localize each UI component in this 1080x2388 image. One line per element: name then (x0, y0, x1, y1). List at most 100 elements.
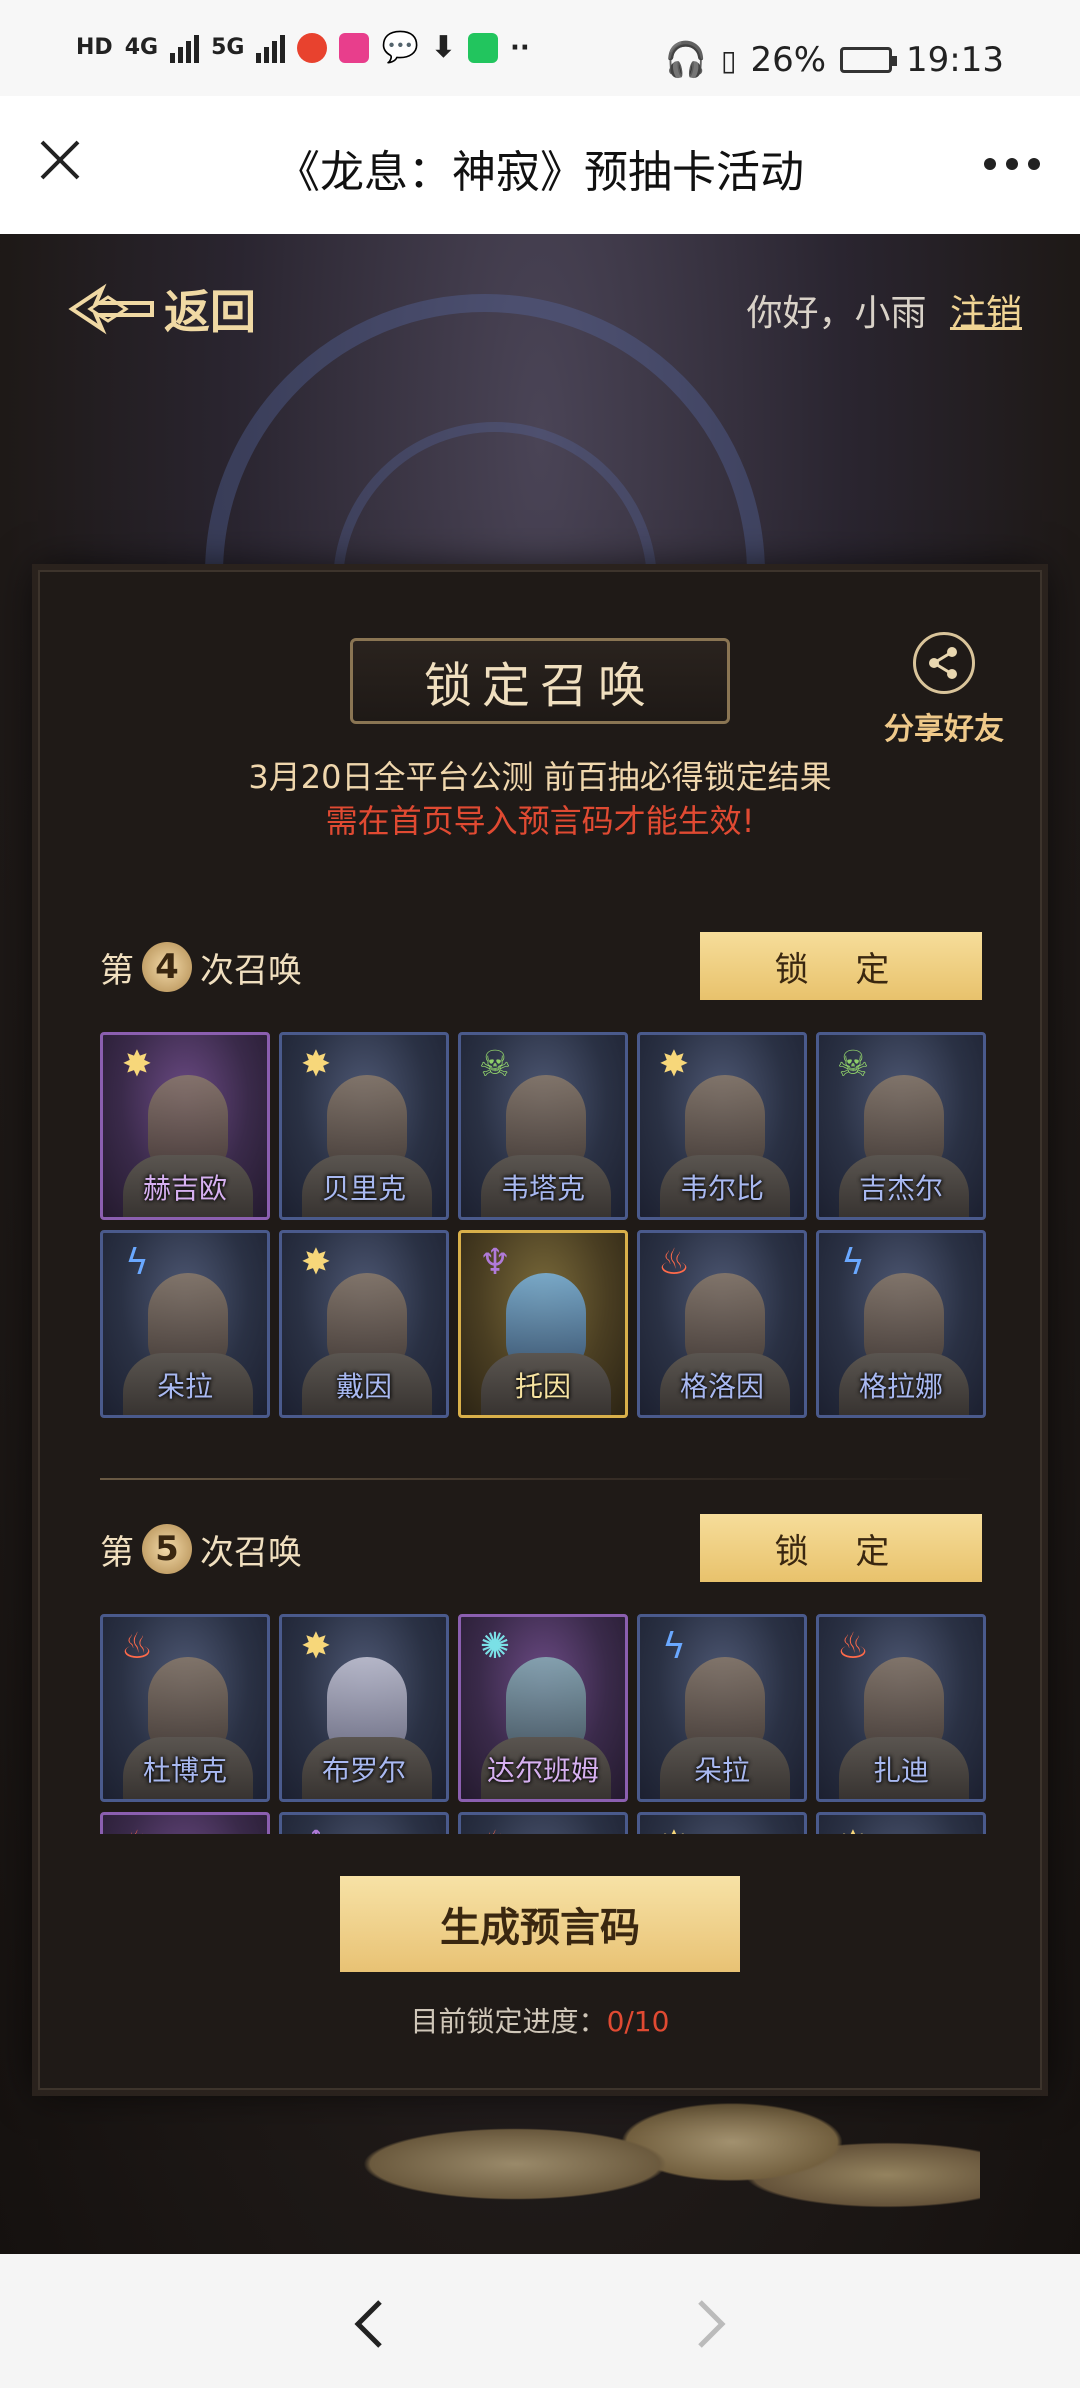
signal-icon-2 (256, 33, 286, 63)
hero-card[interactable]: ♨ 扎迪 (816, 1614, 986, 1802)
generate-code-button[interactable]: 生成预言码 (340, 1876, 740, 1972)
hero-name: 布罗尔 (321, 1754, 406, 1787)
status-bar: HD 4G 5G 💬 ⬇ ·· 🎧 ▯ 26% 19:13 (0, 0, 1080, 96)
hero-card[interactable]: ✸ 贝里克 (279, 1032, 449, 1220)
fire-icon: ♨ (836, 1626, 870, 1667)
back-label: 返回 (164, 285, 256, 339)
battery-percent: 26% (750, 40, 827, 80)
hero-card[interactable]: ϟ 格拉娜 (816, 1230, 986, 1418)
hero-card[interactable]: ✺ 达尔班姆 (458, 1614, 628, 1802)
greeting-text: 你好，小雨 (746, 293, 927, 334)
round-4-label: 第 4 次召唤 (100, 942, 302, 992)
hero-card[interactable]: ϟ 朵拉 (637, 1614, 807, 1802)
fire-icon: ♨ (117, 1825, 157, 1835)
demon-icon: ♆ (296, 1825, 336, 1835)
hero-card-partial[interactable]: ✸ (637, 1812, 807, 1834)
share-friends-button[interactable]: 分享好友 (884, 632, 1004, 748)
status-left: HD 4G 5G 💬 ⬇ ·· (76, 30, 530, 65)
download-icon: ⬇ (430, 30, 456, 65)
hero-card-partial[interactable]: ♆ (279, 1812, 449, 1834)
hero-name: 格拉娜 (858, 1370, 943, 1403)
headphone-icon: 🎧 (664, 40, 708, 80)
hero-card[interactable]: ϟ 朵拉 (100, 1230, 270, 1418)
hero-card[interactable]: ✸ 赫吉欧 (100, 1032, 270, 1220)
sun-icon: ✸ (833, 1825, 873, 1835)
round-4-lock-button[interactable]: 锁 定 (700, 932, 982, 1000)
hero-name: 赫吉欧 (142, 1172, 227, 1205)
launch-notice: 3月20日全平台公测 前百抽必得锁定结果 (248, 758, 832, 796)
progress-value: 0/10 (606, 2005, 670, 2038)
vibrate-icon: ▯ (721, 43, 737, 77)
clock: 19:13 (906, 40, 1004, 80)
hero-card[interactable]: ♨ 格洛因 (637, 1230, 807, 1418)
sun-icon: ✸ (654, 1825, 694, 1835)
sun-icon: ✸ (121, 1044, 153, 1085)
hero-name: 扎迪 (872, 1754, 929, 1787)
page-title: 《龙息：神寂》预抽卡活动 (276, 147, 804, 198)
browser-forward-icon[interactable] (690, 2296, 730, 2352)
network-4g-tag: 4G (124, 35, 159, 60)
hero-name: 吉杰尔 (858, 1172, 943, 1205)
lightning-icon: ϟ (125, 1242, 149, 1283)
share-label: 分享好友 (884, 712, 1004, 747)
browser-bottom-bar (0, 2254, 1080, 2388)
round-suffix: 次召唤 (200, 950, 302, 991)
round-suffix: 次召唤 (200, 1532, 302, 1573)
round-number-badge: 5 (142, 1524, 192, 1574)
round-prefix: 第 (100, 950, 134, 991)
fire-icon: ♨ (475, 1825, 515, 1835)
hero-name: 戴因 (335, 1370, 392, 1403)
hero-name: 贝里克 (321, 1172, 406, 1205)
sun-icon: ✸ (300, 1242, 332, 1283)
hero-name: 朵拉 (156, 1370, 213, 1403)
webview-nav-bar: 《龙息：神寂》预抽卡活动 (0, 96, 1080, 234)
status-right: 🎧 ▯ 26% 19:13 (665, 40, 1004, 80)
section-divider (100, 1478, 980, 1480)
iqiyi-icon (467, 32, 498, 63)
weibo-icon (297, 32, 328, 63)
hero-card[interactable]: ✸ 韦尔比 (637, 1032, 807, 1220)
import-warning: 需在首页导入预言码才能生效! (325, 802, 755, 840)
browser-back-icon[interactable] (350, 2296, 390, 2352)
logout-link[interactable]: 注销 (950, 293, 1022, 334)
panel-title: 锁定召唤 (350, 638, 730, 724)
lock-progress: 目前锁定进度：0/10 (40, 2000, 1040, 2040)
round-5-label: 第 5 次召唤 (100, 1524, 302, 1574)
hero-card-partial[interactable]: ♨ (458, 1812, 628, 1834)
skull-icon: ☠ (836, 1044, 870, 1085)
round-5-card-grid[interactable]: ♨ 杜博克 ✸ 布罗尔 ✺ 达尔班姆 ϟ 朵拉 ♨ 扎迪 ♨ ♆ ♨ ✸ ✸ (100, 1614, 986, 1834)
more-notifications-icon: ·· (509, 32, 530, 63)
hero-name: 达尔班姆 (486, 1754, 599, 1787)
network-5g-tag: 5G (211, 35, 245, 60)
round-5-lock-button[interactable]: 锁 定 (700, 1514, 982, 1582)
hero-card-partial[interactable]: ✸ (816, 1812, 986, 1834)
back-button[interactable]: 返回 (68, 276, 256, 342)
sun-icon: ✸ (300, 1626, 332, 1667)
hd-tag: HD (76, 35, 113, 60)
gear-icon: ✺ (479, 1626, 511, 1667)
round-number-badge: 4 (142, 942, 192, 992)
battery-icon (840, 47, 898, 73)
hero-name: 格洛因 (679, 1370, 764, 1403)
video-app-icon (339, 32, 370, 63)
hero-card[interactable]: ☠ 吉杰尔 (816, 1032, 986, 1220)
demon-icon: ♆ (478, 1242, 512, 1283)
hero-name: 韦尔比 (679, 1172, 764, 1205)
round-prefix: 第 (100, 1532, 134, 1573)
chat-icon: 💬 (381, 30, 419, 65)
lightning-icon: ϟ (662, 1626, 686, 1667)
more-options-icon[interactable] (984, 158, 1040, 170)
hero-card[interactable]: ♆ 托因 (458, 1230, 628, 1418)
user-greeting: 你好，小雨 注销 (747, 284, 1022, 336)
hero-card[interactable]: ☠ 韦塔克 (458, 1032, 628, 1220)
hero-card[interactable]: ♨ 杜博克 (100, 1614, 270, 1802)
hero-card-partial[interactable]: ♨ (100, 1812, 270, 1834)
sun-icon: ✸ (300, 1044, 332, 1085)
hero-name: 朵拉 (693, 1754, 750, 1787)
activity-page: 返回 你好，小雨 注销 锁定召唤 分享好友 3月20日全平台公测 前百抽必得锁定… (0, 234, 1080, 2254)
hero-name: 托因 (514, 1370, 571, 1403)
share-icon (913, 632, 975, 694)
hero-card[interactable]: ✸ 戴因 (279, 1230, 449, 1418)
hero-card[interactable]: ✸ 布罗尔 (279, 1614, 449, 1802)
lightning-icon: ϟ (841, 1242, 865, 1283)
